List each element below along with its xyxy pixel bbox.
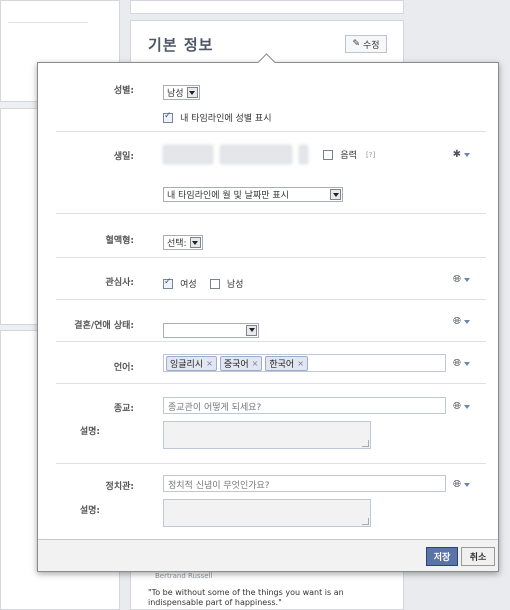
interested-male-checkbox[interactable]	[209, 278, 220, 289]
blood-type-label: 혈액형:	[105, 236, 134, 246]
relationship-privacy-menu[interactable]: 🌐︎	[453, 316, 470, 327]
interested-in-privacy-menu[interactable]: 🌐︎	[453, 274, 470, 285]
basic-info-title: 기본 정보	[148, 36, 214, 54]
globe-icon: 🌐︎	[453, 401, 461, 412]
blood-type-select[interactable]: 선택:	[163, 235, 203, 250]
relationship-label: 결혼/연애 상태:	[74, 321, 134, 331]
politics-privacy-menu[interactable]: 🌐︎	[453, 479, 470, 490]
gender-select-value: 남성	[167, 89, 184, 99]
religion-description-textarea[interactable]	[163, 421, 371, 449]
politics-label: 정치관:	[105, 482, 134, 492]
politics-row: 정치관: 정치적 신념이 무엇인가요? 🌐︎ 설명:	[56, 463, 486, 541]
globe-icon: 🌐︎	[453, 316, 461, 327]
basic-info-edit-dialog: 성별: 남성 내 타임라인에 성별 표시 생일: 음력 [?] ✱	[37, 53, 499, 572]
religion-description-label: 설명:	[79, 427, 100, 437]
interested-in-row: 관심사: 여성 남성 🌐︎	[56, 257, 486, 300]
chevron-down-icon	[189, 237, 201, 248]
religion-row: 종교: 종교관이 어떻게 되세요? 🌐︎ 설명:	[56, 383, 486, 464]
politics-input[interactable]: 정치적 신념이 무엇인가요?	[163, 475, 446, 492]
chevron-down-icon	[464, 319, 470, 324]
languages-row: 언어: 잉글리시 × 중국어 × 한국어 × 🌐︎	[56, 341, 486, 384]
remove-token-icon[interactable]: ×	[206, 359, 213, 368]
dialog-footer: 저장 취소	[38, 539, 498, 571]
chevron-down-icon	[330, 189, 341, 200]
show-gender-checkbox[interactable]	[163, 111, 173, 123]
languages-token-input[interactable]: 잉글리시 × 중국어 × 한국어 ×	[163, 354, 446, 372]
globe-icon: 🌐︎	[453, 479, 461, 490]
birthday-year-select[interactable]	[163, 145, 213, 164]
language-token: 중국어 ×	[219, 356, 263, 371]
interested-female-checkbox[interactable]	[163, 277, 173, 289]
cancel-button[interactable]: 취소	[461, 547, 495, 566]
lunar-checkbox[interactable]	[323, 149, 334, 160]
birthday-visibility-select[interactable]: 내 타임라인에 월 및 날짜만 표시	[163, 187, 343, 202]
right-card-top	[130, 0, 404, 14]
gender-row: 성별: 남성 내 타임라인에 성별 표시	[56, 71, 486, 132]
quote-author: Bertrand Russell	[155, 572, 213, 580]
pencil-icon: ✎	[352, 39, 360, 49]
relationship-row: 결혼/연애 상태: 🌐︎	[56, 299, 486, 342]
birthday-day-select[interactable]	[299, 145, 309, 164]
favorite-quote: "To be without some of the things you wa…	[148, 588, 344, 607]
language-token-label: 잉글리시	[170, 360, 204, 370]
gender-select[interactable]: 남성	[163, 85, 200, 100]
blood-type-row: 혈액형: 선택:	[56, 213, 486, 258]
globe-icon: 🌐︎	[453, 274, 461, 285]
religion-label: 종교:	[113, 404, 134, 414]
edit-button-label: 수정	[362, 40, 380, 51]
politics-description-label: 설명:	[79, 506, 100, 516]
interested-female-label: 여성	[180, 280, 197, 290]
blood-type-select-value: 선택:	[167, 239, 187, 249]
chevron-down-icon	[464, 404, 470, 409]
birthday-label: 생일:	[113, 152, 134, 162]
birthday-visibility-value: 내 타임라인에 월 및 날짜만 표시	[167, 191, 289, 201]
remove-token-icon[interactable]: ×	[297, 359, 304, 368]
lunar-help-link[interactable]: [?]	[366, 151, 375, 159]
politics-description-textarea[interactable]	[163, 499, 371, 527]
left-card-divider	[8, 22, 88, 23]
religion-privacy-menu[interactable]: 🌐︎	[453, 401, 470, 412]
languages-label: 언어:	[113, 363, 134, 373]
birthday-settings-menu[interactable]: ✱	[453, 149, 470, 160]
religion-input[interactable]: 종교관이 어떻게 되세요?	[163, 397, 446, 414]
language-token: 잉글리시 ×	[166, 356, 217, 371]
birthday-month-select[interactable]	[220, 145, 293, 164]
chevron-down-icon	[464, 361, 470, 366]
language-token-label: 중국어	[223, 360, 249, 370]
chevron-down-icon	[186, 87, 198, 98]
show-gender-label: 내 타임라인에 성별 표시	[180, 114, 272, 124]
edit-button[interactable]: ✎ 수정	[345, 35, 387, 53]
interested-in-label: 관심사:	[105, 278, 134, 288]
chevron-down-icon	[464, 152, 470, 157]
lunar-label: 음력	[340, 151, 357, 161]
language-token: 한국어 ×	[265, 356, 308, 371]
languages-privacy-menu[interactable]: 🌐︎	[453, 358, 470, 369]
gender-label: 성별:	[113, 86, 134, 96]
save-button[interactable]: 저장	[426, 547, 458, 566]
interested-male-label: 남성	[226, 280, 244, 290]
relationship-select[interactable]	[163, 322, 259, 338]
gear-icon: ✱	[452, 149, 461, 160]
language-token-label: 한국어	[269, 360, 295, 370]
globe-icon: 🌐︎	[453, 358, 461, 369]
chevron-down-icon	[464, 482, 470, 487]
chevron-down-icon	[246, 324, 257, 336]
chevron-down-icon	[464, 277, 470, 282]
remove-token-icon[interactable]: ×	[252, 359, 259, 368]
birthday-row: 생일: 음력 [?] ✱ 내 타임라인에 월 및 날짜만 표시	[56, 131, 486, 214]
